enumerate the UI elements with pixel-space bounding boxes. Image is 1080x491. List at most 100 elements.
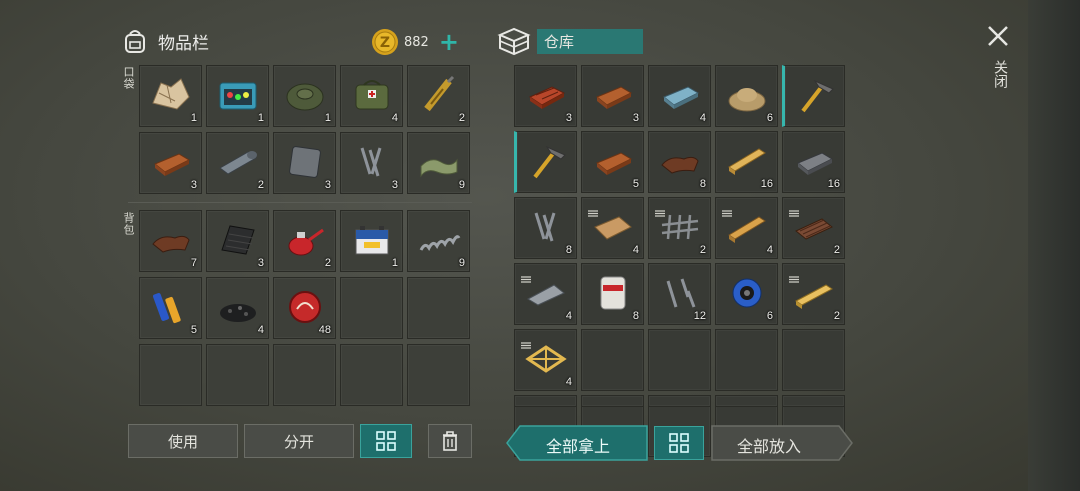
storage-title: 仓库 <box>537 28 643 54</box>
item-slot-copper-ingot[interactable]: 5 <box>581 131 644 193</box>
item-slot-metal-sheet[interactable]: 4 <box>514 263 577 325</box>
item-count: 8 <box>632 310 639 322</box>
hammer-icon <box>532 146 566 179</box>
item-slot-leather[interactable]: 7 <box>139 210 202 272</box>
put-all-button[interactable]: 全部放入 <box>711 425 853 461</box>
empty-slot[interactable] <box>581 329 644 391</box>
iron-ingot-icon <box>796 152 833 176</box>
empty-slot[interactable] <box>648 329 711 391</box>
item-slot-wood-beam[interactable]: 4 <box>715 197 778 259</box>
item-count: 9 <box>458 179 465 191</box>
item-slot-copper-ingot[interactable]: 3 <box>581 65 644 127</box>
empty-slot[interactable] <box>782 329 845 391</box>
item-slot-copper-ingot[interactable]: 3 <box>139 132 202 194</box>
item-slot-wood-plank[interactable]: 16 <box>715 131 778 193</box>
take-all-label: 全部拿上 <box>546 437 611 456</box>
take-all-button[interactable]: 全部拿上 <box>506 425 648 461</box>
stack-indicator-icon <box>788 202 800 217</box>
nails-icon <box>534 212 555 242</box>
item-slot-tackle-box[interactable]: 1 <box>206 65 269 127</box>
use-button[interactable]: 使用 <box>128 424 238 458</box>
delete-button[interactable] <box>428 424 472 458</box>
stack-indicator-icon <box>587 202 599 217</box>
item-slot-screws[interactable]: 12 <box>648 263 711 325</box>
item-slot-medic-bag[interactable]: 4 <box>340 65 403 127</box>
empty-slot[interactable] <box>581 395 644 407</box>
item-slot-car-battery[interactable]: 1 <box>340 210 403 272</box>
item-slot-wood-frame[interactable]: 4 <box>514 329 577 391</box>
item-count: 16 <box>760 178 773 190</box>
close-icon <box>988 26 1008 46</box>
trash-icon <box>443 431 457 451</box>
item-slot-gravel[interactable]: 4 <box>206 277 269 339</box>
empty-slot[interactable] <box>340 344 403 406</box>
item-slot-rebar-mesh[interactable]: 2 <box>648 197 711 259</box>
item-slot-wire-spool[interactable]: 6 <box>715 263 778 325</box>
item-slot-brick[interactable]: 3 <box>514 65 577 127</box>
item-count: 4 <box>699 112 706 124</box>
item-slot-hammer[interactable] <box>514 131 577 193</box>
item-slot-hammer[interactable] <box>782 65 845 127</box>
item-count: 1 <box>391 257 398 269</box>
sort-storage-button[interactable] <box>654 426 704 460</box>
item-slot-batteries[interactable]: 5 <box>139 277 202 339</box>
item-slot-rubber-mat[interactable]: 3 <box>206 210 269 272</box>
item-slot-asbestos-bag[interactable]: 8 <box>581 263 644 325</box>
inventory-header: 物品栏 <box>122 28 209 54</box>
item-count: 1 <box>257 112 264 124</box>
item-count: 8 <box>699 178 706 190</box>
item-slot-sand[interactable]: 6 <box>715 65 778 127</box>
empty-slot[interactable] <box>715 329 778 391</box>
leather-icon <box>151 236 190 253</box>
item-slot-metal-sheet-roll[interactable]: 2 <box>206 132 269 194</box>
item-slot-syringe-vial[interactable]: 2 <box>407 65 470 127</box>
coin-amount: 882 <box>404 34 429 50</box>
item-slot-bottle-caps[interactable]: 48 <box>273 277 336 339</box>
item-slot-wood-board[interactable]: 2 <box>782 263 845 325</box>
steel-ingot-icon <box>662 86 699 110</box>
empty-slot[interactable] <box>407 277 470 339</box>
item-slot-nails[interactable]: 8 <box>514 197 577 259</box>
item-slot-corrugated-sheet[interactable]: 2 <box>782 197 845 259</box>
empty-slot[interactable] <box>782 395 845 407</box>
wire-spool-icon <box>732 278 761 308</box>
item-slot-map[interactable]: 1 <box>139 65 202 127</box>
item-count: 5 <box>632 178 639 190</box>
item-count: 12 <box>693 310 706 322</box>
empty-slot[interactable] <box>407 344 470 406</box>
item-slot-landmine[interactable]: 1 <box>273 65 336 127</box>
item-slot-leather[interactable]: 8 <box>648 131 711 193</box>
empty-slot[interactable] <box>648 395 711 407</box>
sort-inventory-button[interactable] <box>360 424 412 458</box>
medic-bag-icon <box>355 80 388 110</box>
stack-indicator-icon <box>520 334 532 349</box>
item-slot-oil-can[interactable]: 2 <box>273 210 336 272</box>
item-slot-spring[interactable]: 9 <box>407 210 470 272</box>
item-slot-steel-plate[interactable]: 3 <box>273 132 336 194</box>
item-slot-cloth[interactable]: 9 <box>407 132 470 194</box>
item-slot-steel-ingot[interactable]: 4 <box>648 65 711 127</box>
syringe-vial-icon <box>423 76 454 112</box>
empty-slot[interactable] <box>514 395 577 407</box>
coin-counter: Z 882 + <box>371 28 459 56</box>
empty-slot[interactable] <box>206 344 269 406</box>
item-count: 4 <box>565 376 572 388</box>
item-slot-iron-ingot[interactable]: 16 <box>782 131 845 193</box>
empty-slot[interactable] <box>340 277 403 339</box>
empty-slot[interactable] <box>715 395 778 407</box>
empty-slot[interactable] <box>273 344 336 406</box>
svg-text:Z: Z <box>380 35 390 51</box>
item-slot-plywood[interactable]: 4 <box>581 197 644 259</box>
stack-indicator-icon <box>654 202 666 217</box>
close-button[interactable]: 关闭 <box>986 24 1012 88</box>
copper-ingot-icon <box>595 152 632 176</box>
split-button[interactable]: 分开 <box>244 424 354 458</box>
item-slot-nails[interactable]: 3 <box>340 132 403 194</box>
item-count: 4 <box>257 324 264 336</box>
item-count: 4 <box>632 244 639 256</box>
add-coins-icon[interactable]: + <box>439 30 459 54</box>
item-count: 16 <box>827 178 840 190</box>
map-icon <box>151 78 190 110</box>
empty-slot[interactable] <box>139 344 202 406</box>
item-count: 3 <box>324 179 331 191</box>
